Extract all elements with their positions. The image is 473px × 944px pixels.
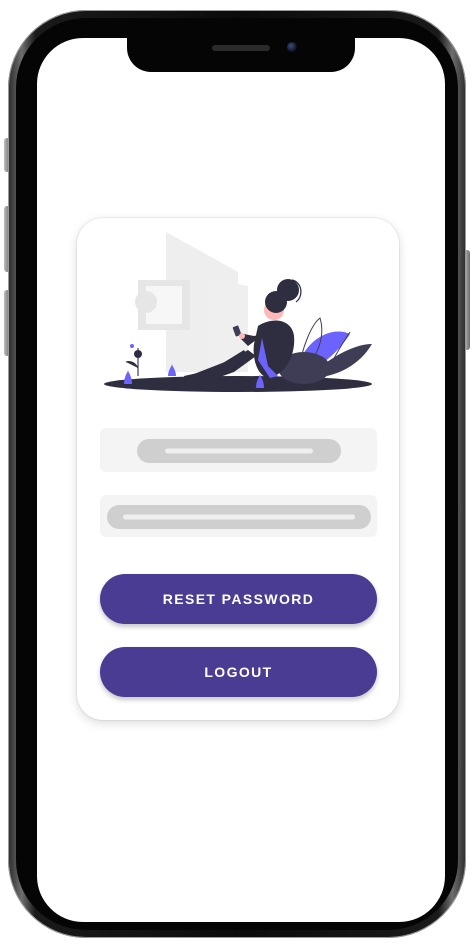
earpiece-speaker [212, 45, 270, 51]
password-placeholder-bar [107, 505, 371, 529]
phone-mockup: RESET PASSWORD LOGOUT [0, 0, 473, 944]
logout-button[interactable]: LOGOUT [100, 647, 377, 697]
email-field[interactable] [100, 428, 377, 472]
password-field[interactable] [100, 495, 377, 537]
email-placeholder-bar [137, 439, 341, 463]
reset-password-button[interactable]: RESET PASSWORD [100, 574, 377, 624]
email-placeholder-line [165, 448, 313, 454]
woman-with-phone-illustration [104, 232, 372, 392]
password-placeholder-line [123, 514, 355, 520]
front-camera [287, 42, 297, 52]
phone-notch [127, 38, 355, 72]
